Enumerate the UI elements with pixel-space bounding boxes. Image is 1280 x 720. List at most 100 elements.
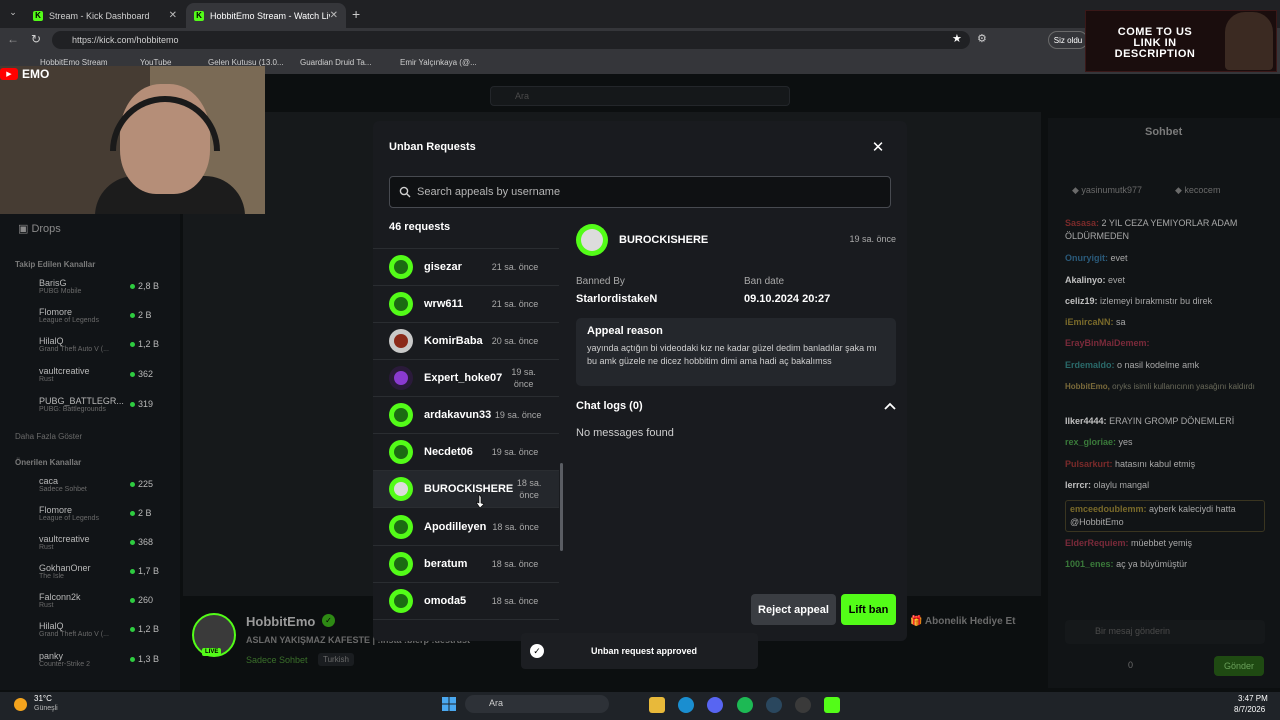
chat-user[interactable]: lerrcr: [1065,480,1091,490]
chat-user[interactable]: HobbitEmo, [1065,382,1110,391]
chat-text: o nasil kodelme amk [1117,360,1200,370]
chat-user[interactable]: iEmircaNN: [1065,317,1114,327]
tab-hobbitemo-stream[interactable]: K HobbitEmo Stream - Watch Live o ✕ [186,3,346,28]
tray-time[interactable]: 3:47 PM [1238,694,1268,703]
request-row[interactable]: Expert_hoke07 19 sa. önce [373,360,559,397]
recommended-channel[interactable]: vaultcreative Rust 368 [15,534,165,551]
chat-user[interactable]: emceedoublemm: [1070,504,1147,514]
edge-icon[interactable] [678,697,694,713]
request-row[interactable]: Apodilleyen 18 sa. önce [373,509,559,546]
followed-channel[interactable]: HilalQ Grand Theft Auto V (... 1,2 B [15,336,165,353]
site-search-placeholder: Ara [515,91,530,101]
appeals-search-input[interactable]: Search appeals by username [389,176,891,208]
chat-user[interactable]: 1001_enes: [1065,559,1114,569]
chat-user[interactable]: ElderRequiem: [1065,538,1129,548]
stream-tag[interactable]: Turkish [318,653,354,666]
new-tab-icon[interactable]: + [352,6,360,22]
viewer-count: 1,2 B [138,339,160,349]
request-row[interactable]: gisezar 21 sa. önce [373,249,559,286]
chat-user[interactable]: celiz19: [1065,296,1098,306]
lift-label: Lift ban [848,603,889,616]
tray-date[interactable]: 8/7/2026 [1234,705,1265,714]
file-explorer-icon[interactable] [649,697,665,713]
chat-input[interactable]: Bir mesaj gönderin [1065,620,1265,644]
request-row[interactable]: beratum 18 sa. önce [373,546,559,583]
request-row[interactable]: ardakavun33 19 sa. önce [373,397,559,434]
kick-app-icon[interactable] [824,697,840,713]
chat-user[interactable]: Pulsarkurt: [1065,459,1113,469]
recommended-channel[interactable]: caca Sadece Sohbet 225 [15,476,165,493]
chat-user[interactable]: Erdemaldo: [1065,360,1115,370]
followed-channel[interactable]: PUBG_BATTLEGR... PUBG: Battlegrounds 319 [15,396,165,413]
chat-user[interactable]: Ilker4444: [1065,416,1107,426]
bookmark-item[interactable]: Emir Yalçınkaya (@... [400,58,477,67]
request-row[interactable]: Necdet06 19 sa. önce [373,434,559,471]
request-row[interactable]: wrw611 21 sa. önce [373,286,559,323]
reload-icon[interactable]: ↻ [31,32,41,46]
chat-panel [1048,118,1280,688]
viewer-count: 1,7 B [138,566,160,576]
request-time: 18 sa. önce [516,478,542,500]
tab-list-icon[interactable]: ⌄ [6,7,20,21]
lift-ban-button[interactable]: Lift ban [841,594,896,625]
chat-user[interactable]: ErayBinMaiDemem: [1065,338,1150,348]
discord-icon[interactable] [707,697,723,713]
chat-pinned-user[interactable]: ◆ kecocem [1175,185,1220,196]
recommended-channel[interactable]: GokhanOner The Isle 1,7 B [15,563,165,580]
no-messages-text: No messages found [576,427,674,439]
taskbar-search[interactable]: Ara [465,695,609,713]
requests-list[interactable]: gisezar 21 sa. önce wrw611 21 sa. önce Kom… [373,248,563,628]
list-scrollbar[interactable] [560,463,563,551]
detail-time: 19 sa. önce [849,234,896,244]
start-button[interactable] [442,697,456,711]
request-row[interactable]: omoda5 18 sa. önce [373,583,559,620]
profile-label: Siz oldu [1053,35,1083,45]
recommended-channel[interactable]: Falconn2k Rust 260 [15,592,165,609]
site-search-input[interactable]: Ara [490,86,790,106]
chat-user[interactable]: Sasasa: [1065,218,1099,228]
chat-user[interactable]: Akalinyo: [1065,275,1106,285]
close-tab-icon[interactable]: ✕ [330,10,338,21]
back-icon[interactable]: ← [7,32,19,46]
chat-logs-header[interactable]: Chat logs (0) [576,400,643,412]
close-icon[interactable]: ✕ [870,140,886,156]
recommended-channel[interactable]: panky Counter-Strike 2 1,3 B [15,651,165,668]
followed-channel[interactable]: vaultcreative Rust 362 [15,366,165,383]
search-icon [399,186,411,198]
request-row-selected[interactable]: BUROCKISHERE 18 sa. önce [373,471,559,508]
weather-temp[interactable]: 31°C [34,694,52,703]
recommended-channel[interactable]: HilalQ Grand Theft Auto V (... 1,2 B [15,621,165,638]
chevron-up-icon[interactable] [883,399,897,413]
chat-message: lerrcr: olaylu mangal [1065,479,1265,492]
search-placeholder: Search appeals by username [417,186,561,198]
gift-sub-button[interactable]: 🎁 Abonelik Hediye Et [910,616,1035,636]
chat-user[interactable]: rex_gloriae: [1065,437,1116,447]
steam-icon[interactable] [766,697,782,713]
chat-pinned-user[interactable]: ◆ yasinumutk977 [1072,185,1142,196]
show-more-link[interactable]: Daha Fazla Göster [15,432,82,441]
spotify-icon[interactable] [737,697,753,713]
followed-channel[interactable]: Flomore League of Legends 2 B [15,307,165,324]
streamer-name[interactable]: HobbitEmo [246,614,315,629]
profile-button[interactable]: Siz oldu [1048,31,1088,49]
banned-by-label: Banned By [576,276,625,287]
bookmark-star-icon[interactable]: ★ [952,32,962,45]
youtube-icon: ▶ [0,68,18,80]
chat-send-button[interactable]: Gönder [1214,656,1264,676]
request-time: 19 sa. önce [511,367,536,389]
bookmark-item[interactable]: Guardian Druid Ta... [300,58,371,67]
recommended-channel[interactable]: Flomore League of Legends 2 B [15,505,165,522]
extensions-icon[interactable]: ⚙ [977,32,987,45]
obs-icon[interactable] [795,697,811,713]
followed-channel[interactable]: BarisG PUBG Mobile 2,8 B [15,278,165,295]
close-tab-icon[interactable]: ✕ [169,10,177,21]
stream-category[interactable]: Sadece Sohbet [246,655,308,665]
drops-link[interactable]: ▣ Drops [18,222,61,235]
chat-message: 1001_enes: aç ya büyümüştür [1065,558,1265,571]
url-field[interactable]: https://kick.com/hobbitemo [52,31,970,49]
reject-appeal-button[interactable]: Reject appeal [751,594,836,625]
request-username: Expert_hoke07 [424,372,503,384]
chat-user[interactable]: Onuryigit: [1065,253,1108,263]
tab-kick-dashboard[interactable]: K Stream - Kick Dashboard ✕ [25,3,185,28]
request-row[interactable]: KomirBaba 20 sa. önce [373,323,559,360]
